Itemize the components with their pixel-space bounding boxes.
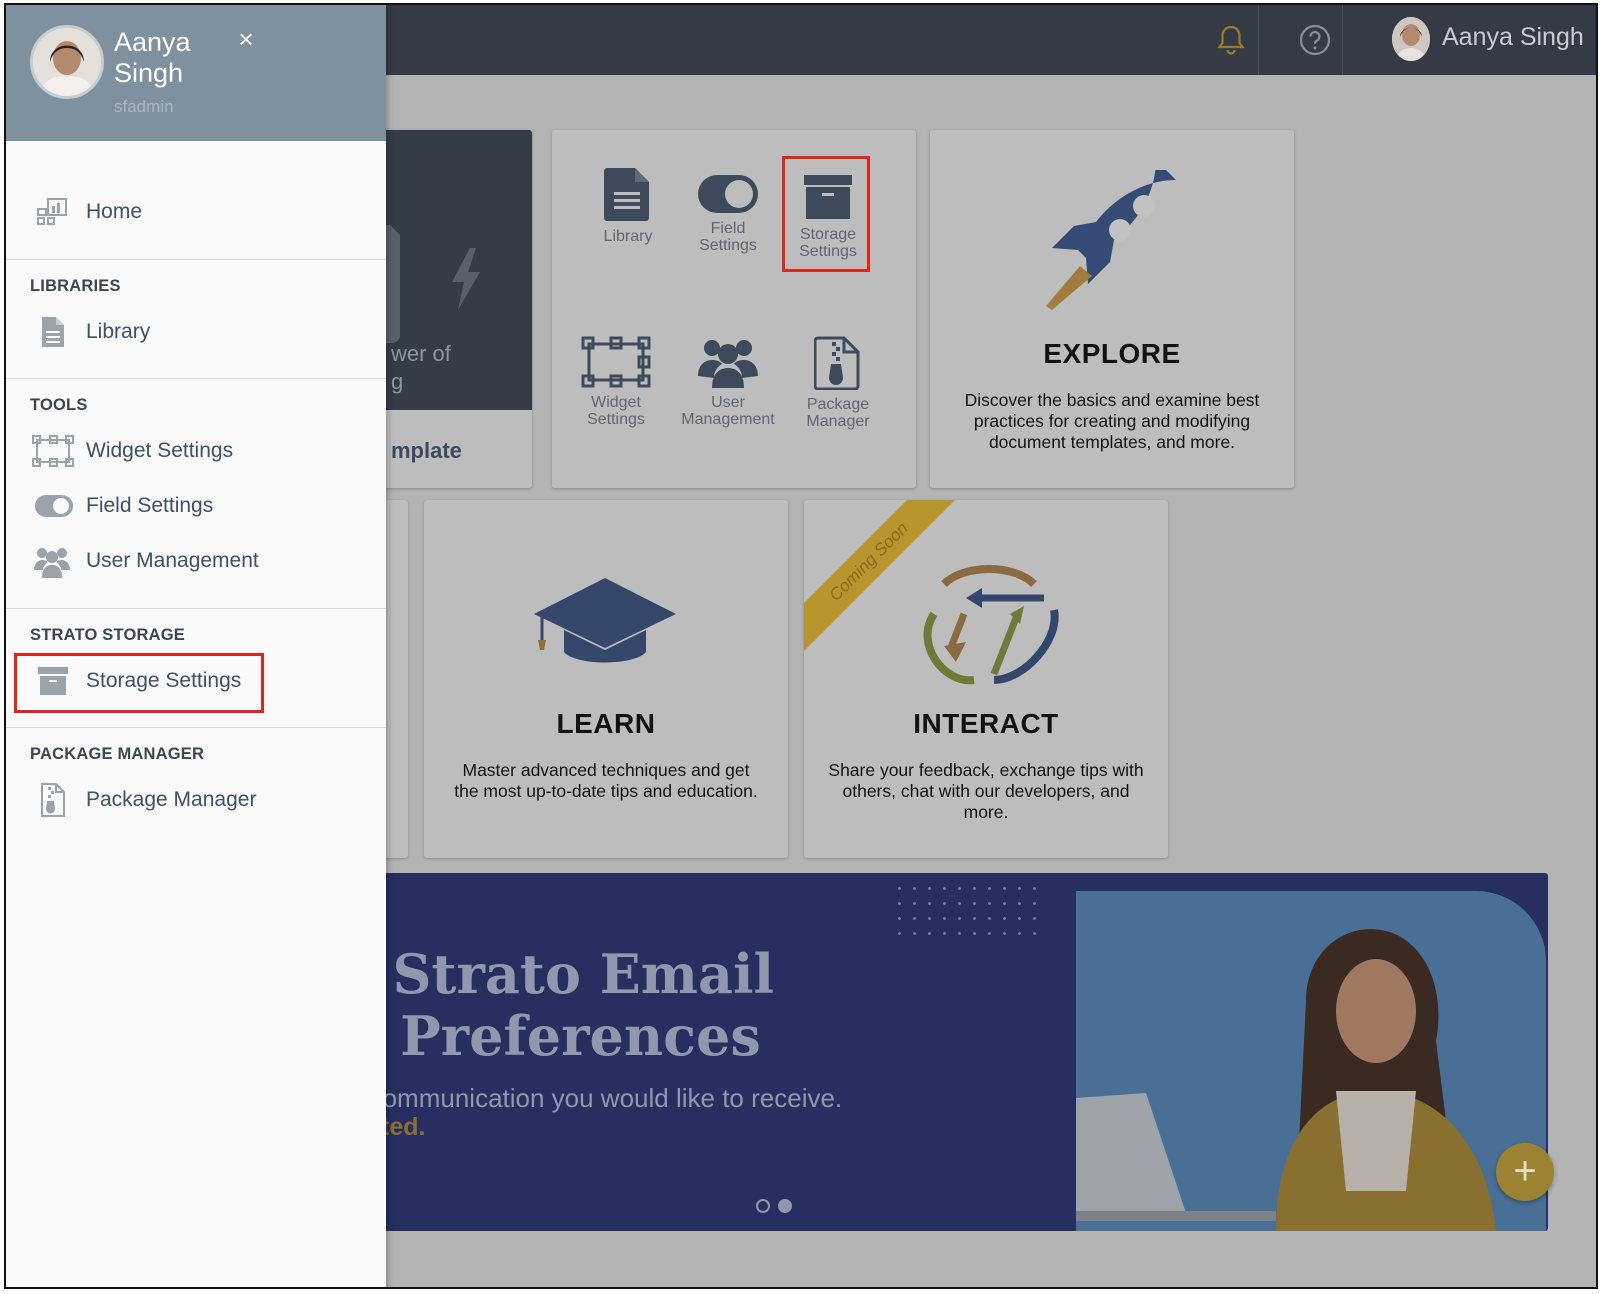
- drawer-user-name: Aanya Singh: [114, 27, 191, 88]
- document-icon: [42, 317, 64, 347]
- explore-description: Discover the basics and examine best pra…: [964, 390, 1260, 452]
- nav-item-user-management-label: User Management: [86, 549, 259, 572]
- exchange-arrows-icon: [923, 565, 1059, 685]
- tool-field-settings[interactable]: Field Settings: [678, 174, 778, 254]
- tool-user-management-label: User Management: [681, 394, 775, 428]
- learn-title: LEARN: [556, 708, 656, 739]
- carousel-dot-active[interactable]: [778, 1199, 792, 1213]
- divider: [6, 608, 386, 609]
- tool-widget-settings-label: Widget Settings: [587, 394, 645, 428]
- explore-title: EXPLORE: [1043, 338, 1181, 369]
- template-card-text: wer of g: [391, 341, 451, 394]
- bell-icon[interactable]: [1214, 23, 1248, 57]
- learn-description: Master advanced techniques and get the m…: [454, 760, 758, 801]
- widget-icon: [32, 435, 74, 467]
- widget-icon: [581, 336, 651, 388]
- divider: [6, 727, 386, 728]
- nav-item-library-label: Library: [86, 320, 151, 343]
- nav-item-home-label: Home: [86, 200, 143, 223]
- decorative-dots: [892, 881, 1042, 935]
- nav-item-library[interactable]: Library: [6, 309, 386, 355]
- interact-title: INTERACT: [913, 708, 1059, 739]
- side-drawer: Aanya Singh sfadmin × Home LIBRARIES Lib…: [6, 5, 386, 1287]
- nav-item-field-settings[interactable]: Field Settings: [6, 483, 386, 529]
- tool-field-settings-label: Field Settings: [699, 220, 757, 254]
- drawer-user-role: sfadmin: [114, 97, 174, 116]
- carousel-pager: [756, 1199, 792, 1213]
- close-icon[interactable]: ×: [234, 26, 258, 52]
- document-icon: [604, 168, 649, 221]
- rocket-icon: [1046, 170, 1176, 310]
- tool-package-manager[interactable]: Package Manager: [788, 336, 888, 430]
- template-card-cta[interactable]: mplate: [391, 438, 462, 464]
- zip-file-icon: [41, 783, 65, 817]
- nav-item-home[interactable]: Home: [6, 189, 386, 235]
- interact-description: Share your feedback, exchange tips with …: [828, 760, 1144, 822]
- banner-image-panel: [1006, 891, 1546, 1231]
- avatar[interactable]: [1392, 17, 1430, 61]
- divider: [6, 259, 386, 260]
- add-button[interactable]: +: [1496, 1143, 1554, 1201]
- storage-settings-highlight: [14, 653, 264, 713]
- section-package-manager: PACKAGE MANAGER: [30, 745, 205, 763]
- users-icon: [698, 340, 758, 388]
- zip-file-icon: [814, 336, 860, 390]
- divider: [1258, 5, 1259, 75]
- tool-package-manager-label: Package Manager: [806, 396, 870, 430]
- carousel-dot[interactable]: [756, 1199, 770, 1213]
- tool-widget-settings[interactable]: Widget Settings: [566, 336, 666, 428]
- graduation-cap-icon: [534, 578, 676, 663]
- nav-item-user-management[interactable]: User Management: [6, 538, 386, 584]
- help-icon[interactable]: [1298, 23, 1332, 57]
- interact-card[interactable]: Coming Soon INTERACT Share your feedback…: [804, 500, 1168, 858]
- tools-card: Library Field Settings Storage Settings: [552, 130, 916, 488]
- nav-item-package-manager-label: Package Manager: [86, 788, 257, 811]
- nav-item-widget-settings[interactable]: Widget Settings: [6, 428, 386, 474]
- storage-settings-highlight: [782, 156, 870, 272]
- divider: [6, 378, 386, 379]
- dashboard-icon: [37, 198, 67, 225]
- promo-banner[interactable]: ur Strato Email on Preferences es of com…: [236, 873, 1548, 1231]
- learn-card[interactable]: LEARN Master advanced techniques and get…: [424, 500, 788, 858]
- toggle-icon: [35, 495, 73, 517]
- tool-library-label: Library: [603, 228, 653, 245]
- toggle-icon: [698, 175, 758, 213]
- nav-item-field-settings-label: Field Settings: [86, 494, 214, 517]
- section-tools: TOOLS: [30, 396, 88, 414]
- drawer-header: Aanya Singh sfadmin ×: [6, 5, 386, 141]
- explore-card[interactable]: EXPLORE Discover the basics and examine …: [930, 130, 1294, 488]
- woman-with-laptop-image: [1006, 929, 1496, 1231]
- section-libraries: LIBRARIES: [30, 277, 121, 295]
- lightning-icon: [452, 248, 480, 310]
- avatar: [30, 25, 104, 99]
- divider: [1342, 5, 1343, 75]
- banner-subtitle: es of communication you would like to re…: [306, 1083, 843, 1113]
- tool-user-management[interactable]: User Management: [678, 336, 778, 428]
- nav-item-widget-settings-label: Widget Settings: [86, 439, 234, 462]
- user-name[interactable]: Aanya Singh: [1442, 23, 1584, 52]
- users-icon: [34, 548, 70, 578]
- nav-item-package-manager[interactable]: Package Manager: [6, 777, 386, 823]
- app-window: Aanya Singh wer of g mplate Library Fiel…: [4, 3, 1598, 1289]
- tool-library[interactable]: Library: [578, 166, 678, 245]
- section-strato-storage: STRATO STORAGE: [30, 626, 185, 644]
